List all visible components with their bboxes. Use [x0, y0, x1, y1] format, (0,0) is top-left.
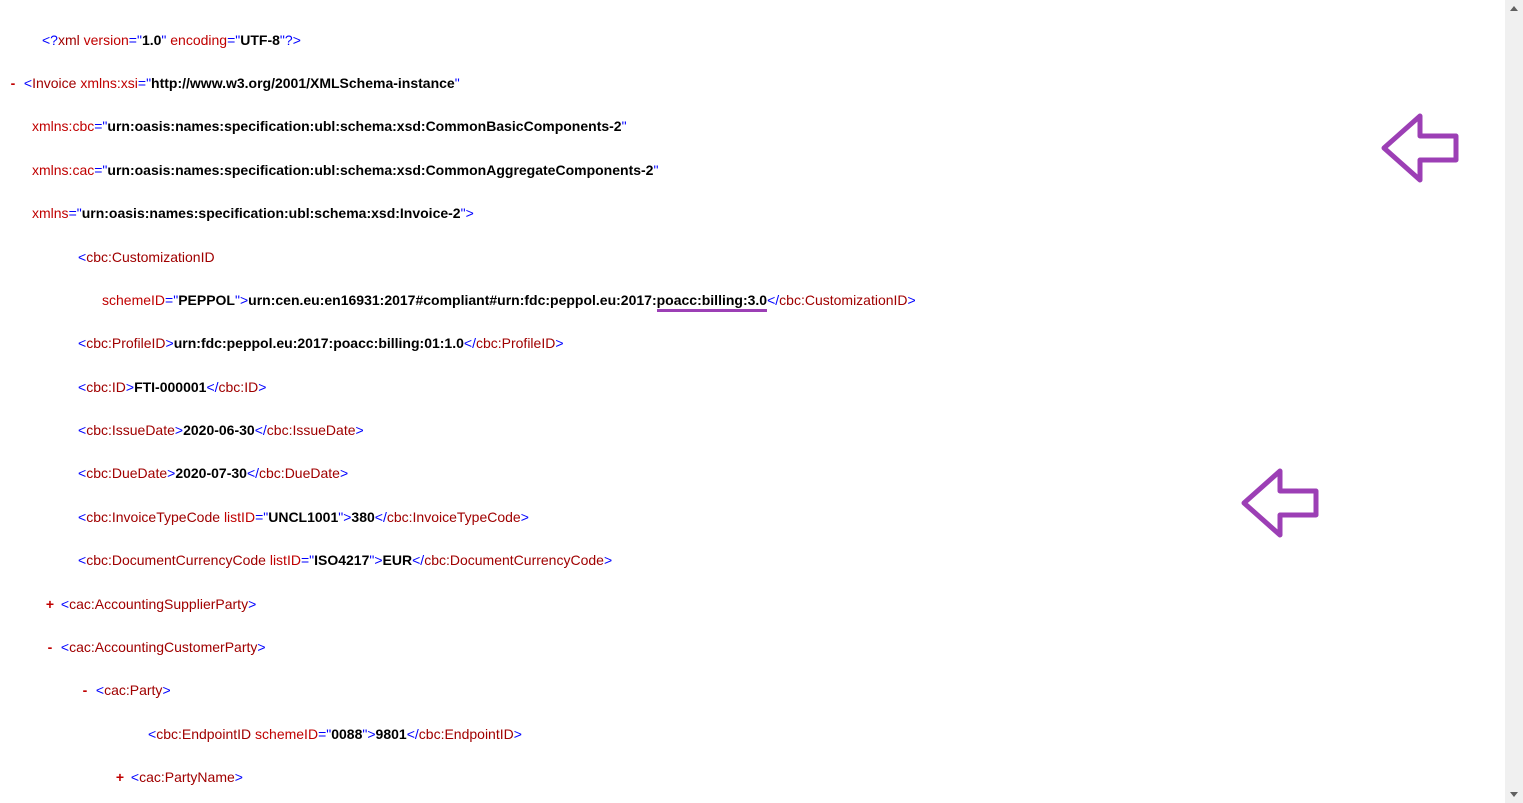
- invoice-ns-default: xmlns="urn:oasis:names:specification:ubl…: [22, 203, 1523, 225]
- xml-declaration: <?xml version="1.0" encoding="UTF-8"?>: [22, 30, 1523, 52]
- xml-content: <?xml version="1.0" encoding="UTF-8"?> -…: [0, 0, 1523, 803]
- scroll-up-icon[interactable]: [1505, 0, 1523, 18]
- expand-toggle[interactable]: +: [113, 767, 127, 789]
- customization-body: schemeID="PEPPOL">urn:cen.eu:en16931:201…: [22, 290, 1523, 312]
- currency-code: <cbc:DocumentCurrencyCode listID="ISO421…: [22, 550, 1523, 572]
- profile-id: <cbc:ProfileID>urn:fdc:peppol.eu:2017:po…: [22, 333, 1523, 355]
- annotation-arrow-icon: [1240, 463, 1320, 543]
- xml-viewer: <?xml version="1.0" encoding="UTF-8"?> -…: [0, 0, 1523, 803]
- highlighted-value: poacc:billing:3.0: [657, 292, 767, 312]
- issue-date: <cbc:IssueDate>2020-06-30</cbc:IssueDate…: [22, 420, 1523, 442]
- collapse-toggle[interactable]: -: [43, 637, 57, 659]
- expand-toggle[interactable]: +: [43, 594, 57, 616]
- party-open: - <cac:Party>: [22, 680, 1523, 702]
- customer-party-open: - <cac:AccountingCustomerParty>: [22, 637, 1523, 659]
- cbc-id: <cbc:ID>FTI-000001</cbc:ID>: [22, 377, 1523, 399]
- invoice-ns-cac: xmlns:cac="urn:oasis:names:specification…: [22, 160, 1523, 182]
- invoice-ns-cbc: xmlns:cbc="urn:oasis:names:specification…: [22, 116, 1523, 138]
- vertical-scrollbar[interactable]: [1505, 0, 1523, 803]
- endpoint-id: <cbc:EndpointID schemeID="0088">9801</cb…: [22, 724, 1523, 746]
- customization-open: <cbc:CustomizationID: [22, 247, 1523, 269]
- collapse-toggle[interactable]: -: [6, 73, 20, 95]
- annotation-arrow-icon: [1380, 108, 1460, 188]
- invoice-open: - <Invoice xmlns:xsi="http://www.w3.org/…: [22, 73, 1523, 95]
- collapse-toggle[interactable]: -: [78, 680, 92, 702]
- scroll-down-icon[interactable]: [1505, 785, 1523, 803]
- party-name: + <cac:PartyName>: [22, 767, 1523, 789]
- supplier-party: + <cac:AccountingSupplierParty>: [22, 594, 1523, 616]
